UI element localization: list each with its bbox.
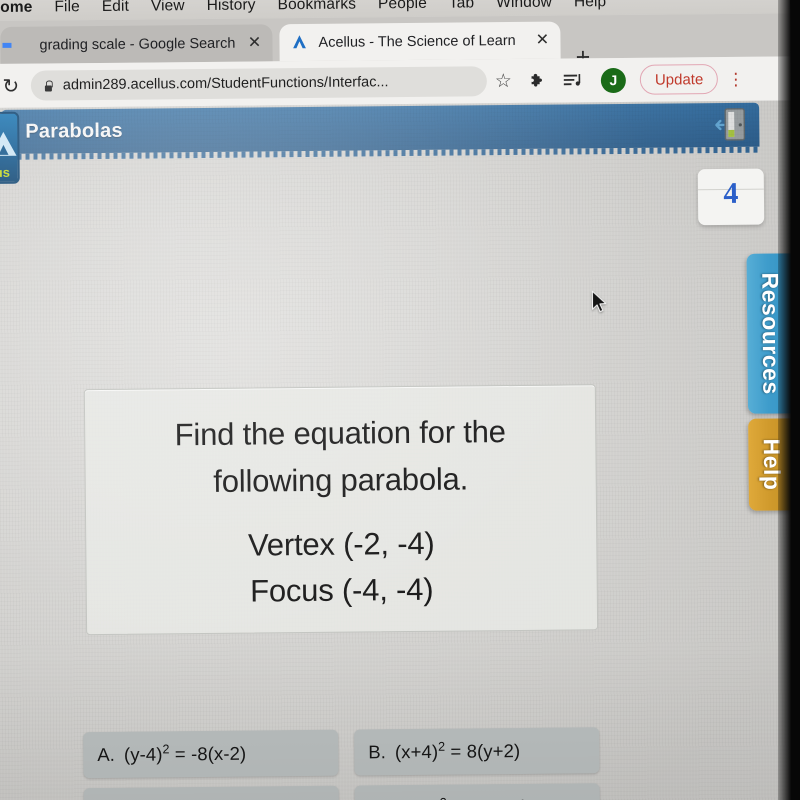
answer-choice-b-label: B. (368, 741, 387, 763)
answer-row: C.(y+4)2 = 8(x+2) D.(y+4)2 = -8(x+2) (83, 783, 618, 800)
menu-item-view[interactable]: View (151, 0, 185, 15)
answer-choice-b[interactable]: B. (x+4)2 = 8(y+2) (354, 727, 600, 776)
menu-item-edit[interactable]: Edit (102, 0, 129, 15)
question-prompt: Find the equation for the following para… (103, 407, 578, 506)
browser-tab-acellus[interactable]: Acellus - The Science of Learn ✕ (279, 21, 561, 62)
google-icon (11, 36, 30, 55)
answer-choice-d[interactable]: D.(y+4)2 = -8(x+2) (354, 783, 601, 800)
computer-screen: rome File Edit View History Bookmarks Pe… (0, 0, 798, 800)
question-prompt-line-1: Find the equation for the (174, 414, 506, 453)
acellus-icon (290, 33, 309, 52)
answer-choice-b-base: (x+4) (394, 740, 439, 763)
browser-tab-strip: grading scale - Google Search ✕ Acellus … (0, 13, 791, 71)
browser-tab-title: grading scale - Google Search (39, 35, 236, 54)
update-button[interactable]: Update (639, 64, 719, 95)
url-text: admin289.acellus.com/StudentFunctions/In… (62, 74, 389, 94)
focus-value: Focus (-4, -4) (249, 571, 434, 609)
menu-item-tab[interactable]: Tab (449, 0, 474, 12)
menu-item-help[interactable]: Help (574, 0, 606, 11)
avatar[interactable]: J (600, 67, 627, 93)
question-prompt-line-2: following parabola. (213, 461, 469, 500)
menu-item-bookmarks[interactable]: Bookmarks (277, 0, 356, 14)
menu-item-chrome[interactable]: rome (0, 0, 33, 16)
answer-choice-a[interactable]: A. (y-4)2 = -8(x-2) (83, 729, 339, 779)
answer-choice-a-label: A. (97, 744, 116, 766)
close-tab-icon[interactable]: ✕ (247, 34, 262, 51)
media-control-icon[interactable] (563, 71, 584, 89)
question-given-values: Vertex (-2, -4) Focus (-4, -4) (104, 520, 579, 616)
puzzle-icon[interactable] (528, 71, 547, 90)
menu-item-window[interactable]: Window (496, 0, 552, 12)
lock-icon (43, 79, 53, 91)
menu-item-people[interactable]: People (378, 0, 427, 13)
answer-row: A. (y-4)2 = -8(x-2) B. (x+4)2 = 8(y+2) (83, 727, 617, 779)
answer-choice-b-rest: = 8(y+2) (445, 740, 521, 762)
mouse-pointer-icon (591, 290, 608, 314)
photo-right-edge (778, 0, 800, 800)
lesson-header-bar: Parabolas (1, 102, 760, 154)
page-title: Parabolas (25, 119, 123, 143)
screen-photo: rome File Edit View History Bookmarks Pe… (0, 0, 800, 800)
acellus-page: Parabolas us 4 Resources Help Find the e… (0, 100, 798, 800)
close-tab-icon[interactable]: ✕ (535, 31, 550, 48)
reload-icon[interactable]: ↻ (0, 73, 24, 99)
browser-tab-title: Acellus - The Science of Learn (318, 32, 516, 51)
acellus-logo: us (0, 111, 20, 185)
acellus-logo-text: us (0, 164, 10, 180)
answer-choices: A.(y-4)2 = -8(x-2) B.(x+4)2 = 8(y+2) C.(… (83, 727, 618, 800)
bookmark-star-icon[interactable]: ☆ (495, 71, 512, 92)
question-card: Find the equation for the following para… (83, 384, 599, 636)
menu-item-file[interactable]: File (54, 0, 80, 16)
browser-toolbar: ↻ admin289.acellus.com/StudentFunctions/… (0, 56, 792, 108)
chrome-menu-icon[interactable]: ⋮ (727, 69, 744, 88)
vertex-value: Vertex (-2, -4) (247, 525, 435, 563)
answer-choice-a-base: (y-4) (123, 743, 163, 765)
answer-choice-c[interactable]: C.(y+4)2 = 8(x+2) (83, 785, 340, 800)
question-number-badge: 4 (697, 168, 765, 226)
menu-item-history[interactable]: History (207, 0, 256, 14)
answer-choice-d-rest: = -8(x+2) (447, 796, 528, 800)
address-bar[interactable]: admin289.acellus.com/StudentFunctions/In… (30, 66, 488, 101)
browser-tab-google-search[interactable]: grading scale - Google Search ✕ (0, 24, 273, 64)
answer-choice-a-rest: = -8(x-2) (169, 742, 247, 765)
question-number: 4 (723, 176, 739, 210)
exit-door-icon[interactable] (715, 106, 749, 144)
